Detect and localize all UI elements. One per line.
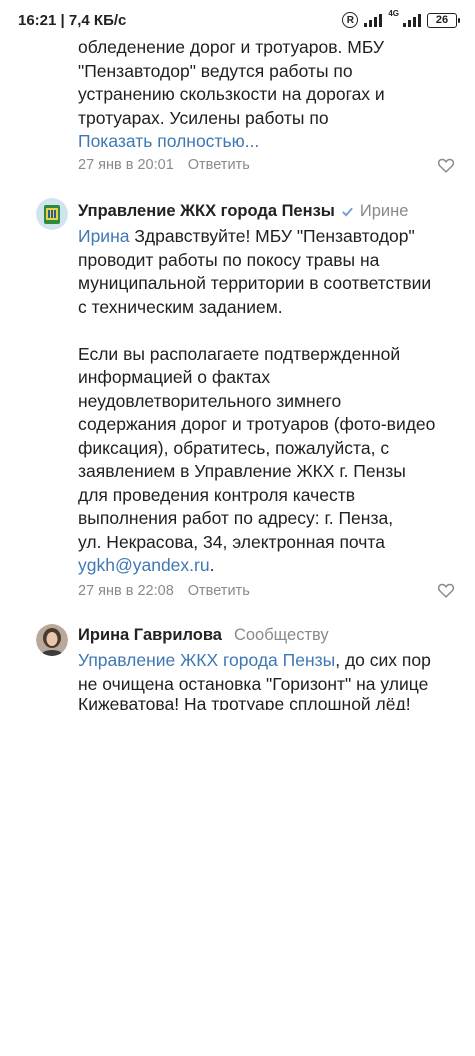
status-bar: 16:21 | 7,4 КБ/с R 4G 26: [0, 0, 475, 40]
author-name[interactable]: Управление ЖКХ города Пензы: [78, 202, 335, 221]
comment-3-header: Ирина Гаврилова Сообществу: [78, 626, 329, 645]
comment-3-text: Управление ЖКХ города Пензы, до сих пор …: [78, 650, 431, 694]
signal-icon: [364, 13, 383, 27]
cut-off-line: Кижеватова! На тротуаре сплошной лёд!: [78, 696, 411, 710]
comment-2-meta: 27 янв в 22:08 Ответить: [78, 583, 250, 599]
comment-time: 27 янв в 20:01: [78, 157, 174, 173]
mention-link[interactable]: Ирина: [78, 226, 129, 246]
mention-link[interactable]: Управление ЖКХ города Пензы: [78, 650, 335, 670]
comment-1-meta: 27 янв в 20:01 Ответить: [78, 157, 250, 173]
email-link[interactable]: ygkh@yandex.ru: [78, 555, 210, 575]
comment-1-text: обледенение дорог и тротуаров. МБУ "Пенз…: [78, 36, 463, 154]
battery-icon: 26: [427, 12, 460, 28]
status-time: 16:21 | 7,4 КБ/с: [18, 11, 127, 29]
verified-check-icon: [342, 207, 353, 217]
reply-recipient[interactable]: Ирине: [360, 202, 409, 221]
like-heart-icon[interactable]: [437, 157, 455, 173]
r-icon: R: [342, 12, 359, 28]
comment-2-header: Управление ЖКХ города Пензы Ирине: [78, 202, 408, 221]
signal-icon-2: [403, 13, 421, 27]
status-icons: R 4G 26: [342, 9, 460, 28]
coat-of-arms-icon: [36, 198, 68, 230]
comment-2-text: Ирина Здравствуйте! МБУ "Пензавтодор" пр…: [78, 226, 436, 575]
reply-button[interactable]: Ответить: [188, 583, 250, 599]
reply-recipient[interactable]: Сообществу: [234, 626, 329, 645]
reply-button[interactable]: Ответить: [188, 157, 250, 173]
avatar[interactable]: [36, 624, 68, 656]
avatar[interactable]: [36, 198, 68, 230]
show-more-link[interactable]: Показать полностью...: [78, 130, 463, 154]
author-name[interactable]: Ирина Гаврилова: [78, 626, 222, 645]
like-heart-icon[interactable]: [437, 582, 455, 598]
user-photo-icon: [36, 624, 68, 656]
comment-time: 27 янв в 22:08: [78, 583, 174, 599]
network-type: 4G: [388, 9, 399, 18]
